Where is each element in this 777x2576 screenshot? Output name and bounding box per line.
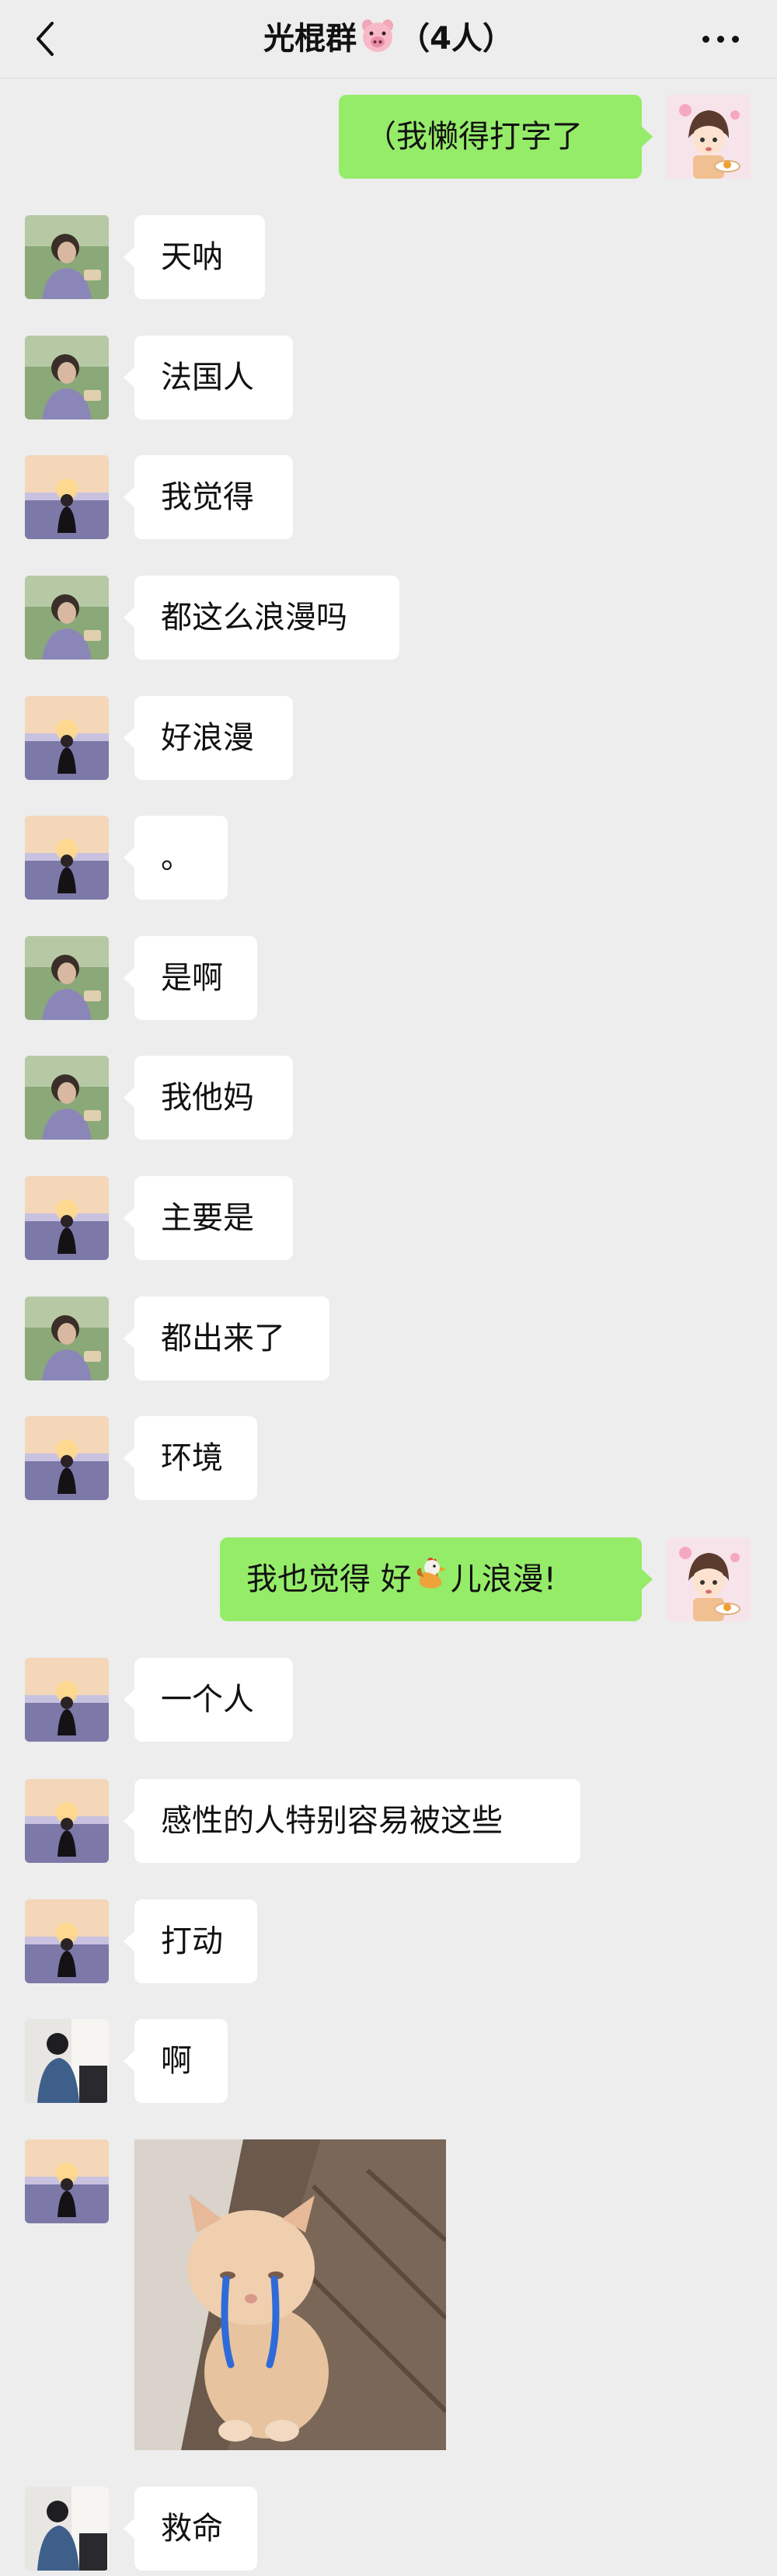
message-text: 都这么浪漫吗 bbox=[161, 600, 347, 635]
avatar-member-a-image bbox=[25, 576, 109, 660]
message-bubble-incoming[interactable]: 救命 bbox=[124, 2487, 257, 2571]
crying-kitten-sticker[interactable] bbox=[134, 2139, 446, 2450]
message-bubble-incoming[interactable]: 感性的人特别容易被这些 bbox=[124, 1779, 580, 1863]
avatar-self[interactable] bbox=[667, 1537, 751, 1621]
avatar-member-c[interactable] bbox=[25, 2019, 109, 2103]
avatar-member-b[interactable] bbox=[25, 1416, 109, 1500]
message-bubble-incoming[interactable]: 是啊 bbox=[124, 936, 257, 1020]
avatar-member-b-image bbox=[25, 455, 109, 539]
avatar-member-b-image bbox=[25, 1899, 109, 1983]
avatar-member-b[interactable] bbox=[25, 2139, 109, 2223]
avatar-member-b[interactable] bbox=[25, 816, 109, 900]
avatar-member-a-image bbox=[25, 1056, 109, 1140]
crying-kitten-image bbox=[134, 2139, 446, 2450]
message-text: 打动 bbox=[161, 1923, 223, 1959]
avatar-self-image bbox=[667, 95, 751, 179]
message-bubble-incoming[interactable]: 法国人 bbox=[124, 336, 293, 419]
avatar-member-b[interactable] bbox=[25, 1176, 109, 1260]
message-text: （我懒得打字了 bbox=[365, 119, 583, 155]
message-text: 好浪漫 bbox=[161, 720, 254, 756]
avatar-member-b-image bbox=[25, 696, 109, 780]
avatar-member-b-image bbox=[25, 1779, 109, 1863]
message-bubble-incoming[interactable]: 都出来了 bbox=[124, 1297, 329, 1380]
avatar-member-b-image bbox=[25, 816, 109, 900]
avatar-member-b[interactable] bbox=[25, 455, 109, 539]
message-bubble-incoming[interactable]: 一个人 bbox=[124, 1658, 293, 1742]
avatar-member-b[interactable] bbox=[25, 1899, 109, 1983]
message-text: 。 bbox=[161, 840, 192, 875]
avatar-member-a[interactable] bbox=[25, 576, 109, 660]
avatar-member-a[interactable] bbox=[25, 936, 109, 1020]
message-text: 我觉得 bbox=[161, 479, 254, 515]
avatar-member-b[interactable] bbox=[25, 696, 109, 780]
avatar-member-a[interactable] bbox=[25, 336, 109, 419]
message-text: 我他妈 bbox=[161, 1080, 254, 1116]
message-text: 一个人 bbox=[161, 1682, 254, 1718]
message-bubble-incoming[interactable]: 我觉得 bbox=[124, 455, 293, 539]
message-text: 啊 bbox=[161, 2043, 192, 2079]
more-dot bbox=[731, 35, 739, 43]
avatar-member-a-image bbox=[25, 1297, 109, 1380]
avatar-member-b-image bbox=[25, 1416, 109, 1500]
message-bubble-incoming[interactable]: 打动 bbox=[124, 1899, 257, 1983]
avatar-member-b[interactable] bbox=[25, 1658, 109, 1742]
message-bubble-incoming[interactable]: 好浪漫 bbox=[124, 696, 293, 780]
avatar-member-b-image bbox=[25, 1658, 109, 1742]
message-text: 救命 bbox=[161, 2511, 223, 2546]
avatar-member-a-image bbox=[25, 936, 109, 1020]
avatar-member-a[interactable] bbox=[25, 1297, 109, 1380]
avatar-member-a-image bbox=[25, 215, 109, 299]
message-text: 都出来了 bbox=[161, 1321, 285, 1356]
group-name: 光棍群 bbox=[263, 21, 357, 57]
chat-title: 光棍群 （4人） bbox=[0, 19, 777, 62]
message-bubble-incoming[interactable]: 啊 bbox=[124, 2019, 228, 2103]
chicken-icon bbox=[413, 1539, 449, 1623]
more-dot bbox=[716, 35, 724, 43]
avatar-member-b-image bbox=[25, 1176, 109, 1260]
member-count: （4人） bbox=[399, 21, 514, 57]
message-bubble-incoming[interactable]: 都这么浪漫吗 bbox=[124, 576, 399, 660]
message-text: 感性的人特别容易被这些 bbox=[161, 1803, 503, 1839]
avatar-member-a[interactable] bbox=[25, 1056, 109, 1140]
message-bubble-incoming[interactable]: 环境 bbox=[124, 1416, 257, 1500]
message-text: 是啊 bbox=[161, 960, 223, 996]
avatar-self-image bbox=[667, 1537, 751, 1621]
message-bubble-incoming[interactable]: 天呐 bbox=[124, 215, 265, 299]
message-text: 我也觉得 好 bbox=[246, 1561, 412, 1597]
message-bubble-outgoing[interactable]: （我懒得打字了 bbox=[339, 95, 653, 179]
avatar-member-c[interactable] bbox=[25, 2487, 109, 2571]
pig-face-icon bbox=[360, 19, 395, 62]
avatar-member-c-image bbox=[25, 2487, 109, 2571]
avatar-member-b[interactable] bbox=[25, 1779, 109, 1863]
avatar-member-b-image bbox=[25, 2139, 109, 2223]
message-text: 环境 bbox=[161, 1440, 223, 1476]
avatar-member-c-image bbox=[25, 2019, 109, 2103]
message-text: 法国人 bbox=[161, 360, 254, 395]
more-options-button[interactable] bbox=[693, 20, 747, 57]
more-dots-icon bbox=[702, 35, 709, 43]
avatar-self[interactable] bbox=[667, 95, 751, 179]
message-text: 主要是 bbox=[161, 1200, 254, 1236]
avatar-member-a[interactable] bbox=[25, 215, 109, 299]
avatar-member-a-image bbox=[25, 336, 109, 419]
message-bubble-outgoing[interactable]: 我也觉得 好 儿浪漫! bbox=[220, 1537, 653, 1623]
message-text: 天呐 bbox=[161, 239, 223, 275]
message-bubble-incoming[interactable]: 主要是 bbox=[124, 1176, 293, 1260]
message-text: 儿浪漫! bbox=[450, 1561, 556, 1597]
message-bubble-incoming[interactable]: 我他妈 bbox=[124, 1056, 293, 1140]
chat-header: 光棍群 （4人） bbox=[0, 0, 777, 78]
message-bubble-incoming[interactable]: 。 bbox=[124, 816, 228, 900]
